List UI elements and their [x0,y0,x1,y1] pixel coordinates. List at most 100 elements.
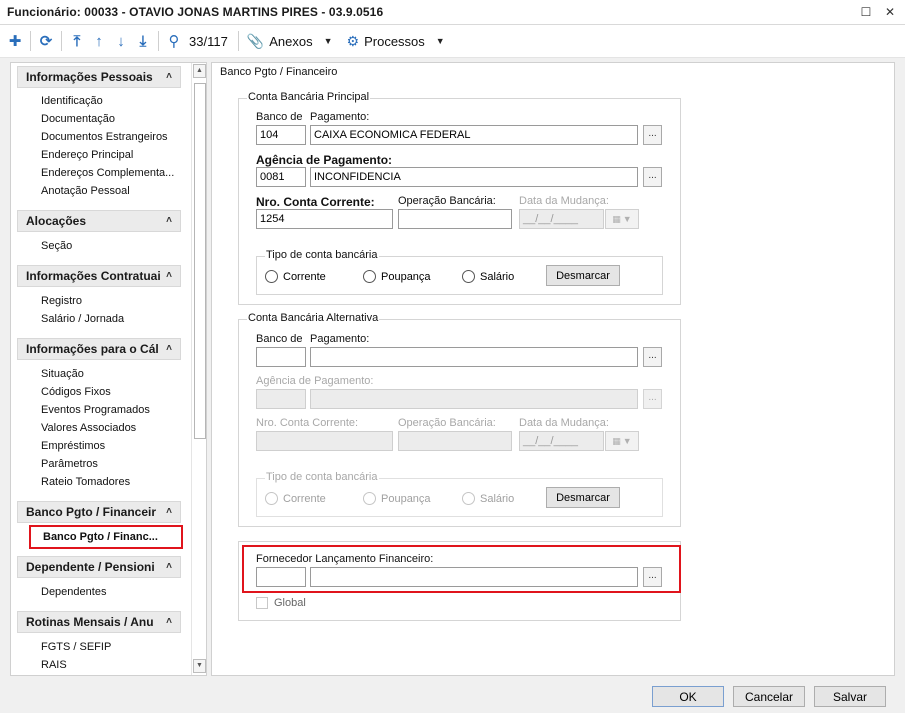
banco-name-input[interactable]: CAIXA ECONOMICA FEDERAL [310,125,638,145]
radio-alt-salario: Salário [462,492,514,505]
collapse-icon[interactable]: ˄ [162,615,176,629]
calendar-alt-button: ▦ ▼ [605,431,639,451]
banco-alt-name-input[interactable] [310,347,638,367]
nav-item-banco-pgto-financeiro[interactable]: Banco Pgto / Financ... [29,525,183,549]
sidebar-scrollbar[interactable]: ▲ ▼ [191,63,206,675]
refresh-icon[interactable]: ⟳ [35,29,57,53]
nav-item-eventos-programados[interactable]: Eventos Programados [41,401,181,419]
operacao-input[interactable] [398,209,512,229]
group-legend: Tipo de conta bancária [265,249,379,261]
fornecedor-code-input[interactable] [256,567,306,587]
section-informacoes-pessoais[interactable]: Informações Pessoais ˄ [17,66,181,88]
group-tipo-conta-alt: Tipo de conta bancária Corrente Poupança… [256,471,663,517]
fornecedor-lookup-button[interactable]: ... [643,567,662,587]
section-alocacoes[interactable]: Alocações ˄ [17,210,181,232]
window-title: Funcionário: 00033 - OTAVIO JONAS MARTIN… [7,5,384,19]
section-banco-pgto-financeiro[interactable]: Banco Pgto / Financeir ˄ [17,501,181,523]
operacao-alt-input [398,431,512,451]
ok-button[interactable]: OK [652,686,724,707]
save-button[interactable]: Salvar [814,686,886,707]
nav-item-documentacao[interactable]: Documentação [41,110,181,128]
chevron-down-icon: ▼ [435,36,445,46]
collapse-icon[interactable]: ˄ [162,505,176,519]
data-mudanca-alt-label: Data da Mudança: [519,417,609,429]
global-checkbox[interactable] [256,597,268,609]
radio-button [462,492,475,505]
collapse-icon[interactable]: ˄ [162,560,176,574]
section-informacoes-contratuais[interactable]: Informações Contratuai ˄ [17,265,181,287]
nav-item-secao[interactable]: Seção [41,237,181,255]
nav-item-fgts-sefip[interactable]: FGTS / SEFIP [41,638,181,656]
pagamento-label: Pagamento: [310,333,370,345]
nav-item-parametros[interactable]: Parâmetros [41,455,181,473]
nav-item-situacao[interactable]: Situação [41,365,181,383]
nav-item-valores-associados[interactable]: Valores Associados [41,419,181,437]
fornecedor-name-input[interactable] [310,567,638,587]
nav-item-documentos-estrangeiros[interactable]: Documentos Estrangeiros [41,128,181,146]
nav-item-dependentes[interactable]: Dependentes [41,583,181,601]
search-icon[interactable]: ⚲ [163,29,185,53]
desmarcar-button[interactable]: Desmarcar [546,265,620,286]
add-icon[interactable]: ✚ [4,29,26,53]
fornecedor-label: Fornecedor Lançamento Financeiro: [256,553,434,565]
banco-lookup-button[interactable]: ... [643,125,662,145]
section-dependente-pensionista[interactable]: Dependente / Pensioni ˄ [17,556,181,578]
last-record-icon[interactable]: ⤓ [132,29,154,53]
next-record-icon[interactable]: ↓ [110,29,132,53]
calendar-button: ▦ ▼ [605,209,639,229]
data-mudanca-alt-input: __/__/____ [519,431,604,451]
group-fornecedor: Fornecedor Lançamento Financeiro: ... Gl… [238,541,681,621]
section-rotinas-mensais[interactable]: Rotinas Mensais / Anu ˄ [17,611,181,633]
radio-salario[interactable]: Salário [462,270,514,283]
agencia-lookup-button[interactable]: ... [643,167,662,187]
collapse-icon[interactable]: ˄ [162,269,176,283]
nav-item-identificacao[interactable]: Identificação [41,92,181,110]
scroll-up-icon[interactable]: ▲ [193,64,206,78]
maximize-icon[interactable]: ☐ [859,4,873,20]
agencia-alt-lookup-button: ... [643,389,662,409]
conta-input[interactable]: 1254 [256,209,393,229]
data-mudanca-input: __/__/____ [519,209,604,229]
anexos-button[interactable]: 📎 Anexos ▼ [243,33,337,50]
radio-button [363,492,376,505]
nav-item-emprestimos[interactable]: Empréstimos [41,437,181,455]
nav-item-codigos-fixos[interactable]: Códigos Fixos [41,383,181,401]
desmarcar-alt-button[interactable]: Desmarcar [546,487,620,508]
first-record-icon[interactable]: ⤒ [66,29,88,53]
nav-item-rais[interactable]: RAIS [41,656,181,674]
banco-code-input[interactable]: 104 [256,125,306,145]
group-tipo-conta: Tipo de conta bancária Corrente Poupança… [256,249,663,295]
conta-alt-input [256,431,393,451]
agencia-code-input[interactable]: 0081 [256,167,306,187]
collapse-icon[interactable]: ˄ [162,214,176,228]
radio-corrente[interactable]: Corrente [265,270,326,283]
cancel-button[interactable]: Cancelar [733,686,805,707]
scroll-down-icon[interactable]: ▼ [193,659,206,673]
banco-alt-code-input[interactable] [256,347,306,367]
close-icon[interactable]: ✕ [883,4,897,20]
nav-item-rateio-tomadores[interactable]: Rateio Tomadores [41,473,181,491]
chevron-down-icon: ▼ [622,214,632,224]
section-informacoes-calculo[interactable]: Informações para o Cál ˄ [17,338,181,360]
radio-button[interactable] [363,270,376,283]
processos-button[interactable]: ⚙ Processos ▼ [343,33,449,50]
nav-item-endereco-principal[interactable]: Endereço Principal [41,146,181,164]
collapse-icon[interactable]: ˄ [162,70,176,84]
nav-item-registro[interactable]: Registro [41,292,181,310]
collapse-icon[interactable]: ˄ [162,342,176,356]
nav-item-salario-jornada[interactable]: Salário / Jornada [41,310,181,328]
nav-item-anotacao-pessoal[interactable]: Anotação Pessoal [41,182,181,200]
nav-item-enderecos-complementares[interactable]: Endereços Complementa... [41,164,181,182]
group-legend: Tipo de conta bancária [265,471,379,483]
radio-poupanca[interactable]: Poupança [363,270,431,283]
radio-button[interactable] [265,270,278,283]
agencia-name-input[interactable]: INCONFIDENCIA [310,167,638,187]
data-mudanca-label: Data da Mudança: [519,195,609,207]
previous-record-icon[interactable]: ↑ [88,29,110,53]
scroll-thumb[interactable] [194,83,206,439]
group-conta-principal: Conta Bancária Principal Banco de Pagame… [238,91,681,305]
calendar-icon: ▦ [612,213,621,224]
radio-button[interactable] [462,270,475,283]
radio-alt-poupanca: Poupança [363,492,431,505]
banco-alt-lookup-button[interactable]: ... [643,347,662,367]
